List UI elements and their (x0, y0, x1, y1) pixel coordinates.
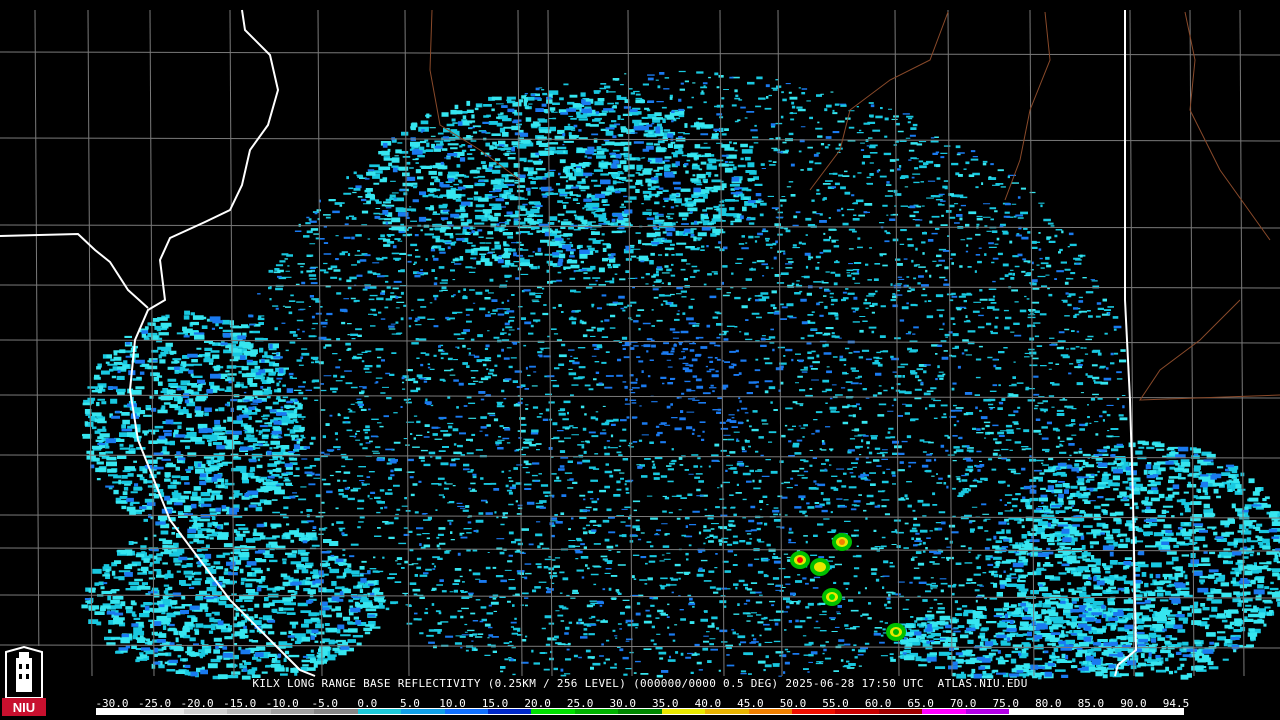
color-scale-segment (1139, 709, 1183, 714)
color-scale-segment (748, 709, 792, 714)
color-scale-segment (878, 709, 923, 714)
storm-cell-3 (810, 558, 830, 576)
color-scale-segment (487, 709, 532, 714)
color-scale-segment (270, 709, 315, 714)
color-scale-segment (444, 709, 488, 714)
storm-core (839, 539, 845, 545)
product-caption: KILX LONG RANGE BASE REFLECTIVITY (0.25K… (252, 677, 1028, 690)
storm-core (797, 557, 803, 563)
color-scale-segment (183, 709, 228, 714)
radar-site-marker (673, 378, 685, 390)
color-scale-segment (618, 709, 662, 714)
color-scale-segment (922, 709, 966, 714)
storm-core (829, 594, 835, 600)
color-scale-segment (140, 709, 184, 714)
color-scale-segment (97, 709, 141, 714)
color-scale-segment (965, 709, 1010, 714)
color-scale-segment (705, 709, 749, 714)
color-scale-segment (401, 709, 445, 714)
storm-cell-1 (790, 551, 810, 569)
color-scale-segment (1052, 709, 1097, 714)
storm-cell-2 (832, 533, 852, 551)
color-scale-segment (531, 709, 575, 714)
storm-cell-5 (822, 588, 842, 606)
color-scale-segment (227, 709, 271, 714)
color-scale-segment (661, 709, 706, 714)
storm-core (817, 564, 823, 570)
color-scale-segment (792, 709, 836, 714)
storm-cell-4 (886, 623, 906, 641)
color-scale-segment (1009, 709, 1053, 714)
radar-map (0, 0, 1280, 720)
color-scale-segment (314, 709, 358, 714)
color-scale-bar (96, 708, 1184, 715)
color-scale-segment (1096, 709, 1140, 714)
storm-core (893, 629, 899, 635)
color-scale-segment (574, 709, 619, 714)
color-scale-segment (357, 709, 402, 714)
color-scale-segment (835, 709, 879, 714)
